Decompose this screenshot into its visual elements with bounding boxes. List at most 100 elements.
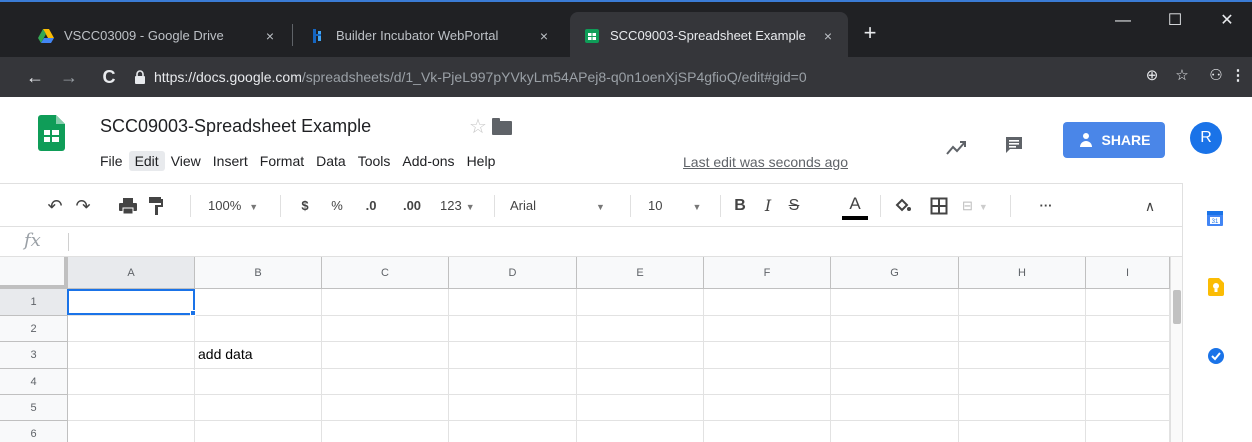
grid-cell[interactable] <box>68 421 195 442</box>
grid-cell[interactable] <box>68 316 195 342</box>
grid-cell[interactable] <box>704 289 831 316</box>
menu-view[interactable]: View <box>165 151 207 171</box>
extension-icon[interactable]: ⚇ <box>1204 64 1228 88</box>
grid-cell[interactable] <box>449 289 577 316</box>
column-header[interactable]: A <box>68 257 195 289</box>
grid-cell[interactable] <box>449 369 577 395</box>
grid-cell[interactable] <box>1086 342 1170 369</box>
close-icon[interactable]: × <box>262 28 278 44</box>
forward-arrow-icon[interactable]: → <box>56 64 82 90</box>
window-close-button[interactable]: ✕ <box>1204 6 1250 36</box>
grid-cell[interactable] <box>704 369 831 395</box>
grid-cell[interactable] <box>831 316 959 342</box>
grid-cell[interactable] <box>704 342 831 369</box>
tasks-icon[interactable] <box>1207 347 1225 365</box>
grid-cell[interactable] <box>449 316 577 342</box>
bold-button[interactable]: B <box>732 194 748 218</box>
vertical-scrollbar[interactable] <box>1170 257 1182 442</box>
grid-cell[interactable] <box>322 342 449 369</box>
maximize-button[interactable]: ☐ <box>1152 6 1198 36</box>
menu-file[interactable]: File <box>94 151 129 171</box>
increase-decimal-button[interactable]: .00 <box>396 194 428 218</box>
column-header[interactable]: F <box>704 257 831 289</box>
row-header[interactable]: 2 <box>0 316 68 342</box>
font-select[interactable]: Arial ▼ <box>510 194 618 218</box>
share-button[interactable]: SHARE <box>1063 122 1165 158</box>
grid-cell[interactable] <box>195 421 322 442</box>
grid-cell[interactable] <box>704 395 831 421</box>
folder-icon[interactable] <box>492 118 512 135</box>
row-header[interactable]: 3 <box>0 342 68 369</box>
grid-cell[interactable] <box>1086 316 1170 342</box>
grid-cell[interactable] <box>322 369 449 395</box>
column-header[interactable]: D <box>449 257 577 289</box>
cell-B3[interactable]: add data <box>195 342 322 369</box>
grid-cell[interactable] <box>831 289 959 316</box>
grid-cell[interactable] <box>449 395 577 421</box>
document-title[interactable]: SCC09003-Spreadsheet Example <box>100 116 371 137</box>
grid-cell[interactable] <box>68 395 195 421</box>
last-edit-link[interactable]: Last edit was seconds ago <box>683 154 848 170</box>
grid-cell[interactable] <box>577 289 704 316</box>
scrollbar-thumb[interactable] <box>1173 290 1181 324</box>
grid-cell[interactable] <box>1086 369 1170 395</box>
grid-cell[interactable] <box>577 342 704 369</box>
new-tab-button[interactable]: + <box>858 22 882 46</box>
grid-cell[interactable] <box>577 421 704 442</box>
menu-tools[interactable]: Tools <box>352 151 397 171</box>
reload-icon[interactable]: C <box>96 64 122 90</box>
grid-cell[interactable] <box>831 395 959 421</box>
grid-cell[interactable] <box>577 316 704 342</box>
zoom-select[interactable]: 100% ▼ <box>208 194 268 218</box>
more-formats-select[interactable]: 123 ▼ <box>440 194 484 218</box>
grid-cell[interactable] <box>831 421 959 442</box>
borders-icon[interactable] <box>930 197 948 215</box>
menu-edit[interactable]: Edit <box>128 151 165 171</box>
grid-cell[interactable] <box>322 395 449 421</box>
grid-cell[interactable] <box>322 421 449 442</box>
strikethrough-button[interactable]: S <box>786 194 802 218</box>
grid-cell[interactable] <box>959 395 1086 421</box>
sheets-logo-icon[interactable] <box>38 115 65 151</box>
active-cell-A1[interactable] <box>67 289 195 315</box>
keep-icon[interactable] <box>1208 278 1224 296</box>
row-header[interactable]: 6 <box>0 421 68 442</box>
grid-cell[interactable] <box>322 289 449 316</box>
grid-cell[interactable] <box>704 316 831 342</box>
calendar-icon[interactable]: 31 <box>1206 209 1224 227</box>
grid-cell[interactable] <box>959 289 1086 316</box>
browser-tab-webportal[interactable]: Builder Incubator WebPortal × <box>296 12 564 59</box>
grid-cell[interactable] <box>322 316 449 342</box>
row-header[interactable]: 5 <box>0 395 68 421</box>
avatar[interactable]: R <box>1190 122 1222 154</box>
fill-color-icon[interactable] <box>894 197 912 215</box>
column-header[interactable]: B <box>195 257 322 289</box>
explore-trend-icon[interactable] <box>945 137 967 159</box>
row-header[interactable]: 4 <box>0 369 68 395</box>
column-header[interactable]: G <box>831 257 959 289</box>
select-all-corner[interactable] <box>0 257 68 289</box>
italic-button[interactable]: I <box>760 194 776 218</box>
back-arrow-icon[interactable]: ← <box>22 64 48 90</box>
grid-cell[interactable] <box>577 369 704 395</box>
bookmark-star-icon[interactable]: ☆ <box>1170 64 1194 88</box>
text-color-button[interactable]: A <box>842 194 868 220</box>
menu-insert[interactable]: Insert <box>207 151 254 171</box>
grid-cell[interactable] <box>959 421 1086 442</box>
grid-cell[interactable] <box>704 421 831 442</box>
grid-cell[interactable] <box>959 369 1086 395</box>
row-header[interactable]: 1 <box>0 289 68 316</box>
star-icon[interactable]: ☆ <box>469 114 487 139</box>
grid-cell[interactable] <box>68 342 195 369</box>
menu-help[interactable]: Help <box>461 151 502 171</box>
menu-format[interactable]: Format <box>254 151 310 171</box>
fill-handle[interactable] <box>190 310 196 316</box>
more-options-button[interactable]: ··· <box>1036 194 1056 218</box>
spreadsheet-grid[interactable]: A B C D E F G H I 1 2 3 4 5 6 add data <box>0 257 1170 442</box>
close-icon[interactable]: × <box>536 28 552 44</box>
grid-cell[interactable] <box>959 316 1086 342</box>
grid-cell[interactable] <box>1086 289 1170 316</box>
grid-cell[interactable] <box>68 369 195 395</box>
grid-cell[interactable] <box>1086 395 1170 421</box>
menu-data[interactable]: Data <box>310 151 352 171</box>
